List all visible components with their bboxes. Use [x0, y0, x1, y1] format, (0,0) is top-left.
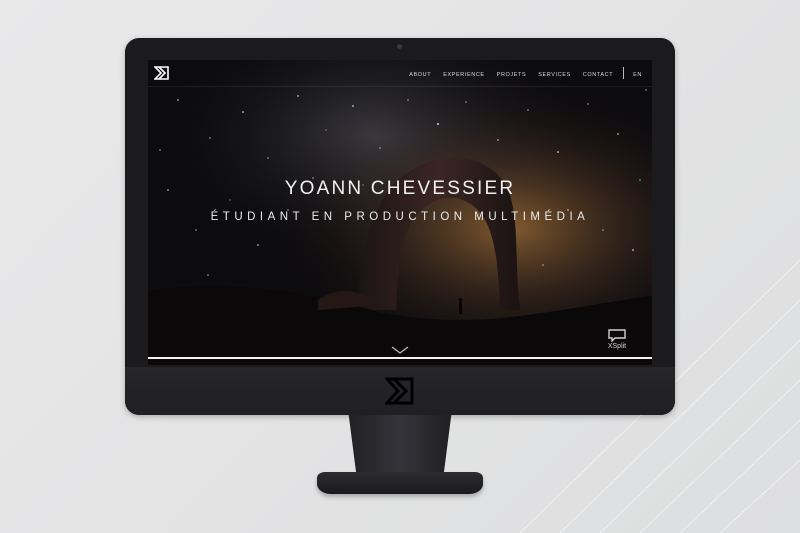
nav-links: ABOUT EXPERIENCE PROJETS SERVICES CONTAC… [397, 67, 642, 79]
nav-item-contact[interactable]: CONTACT [583, 72, 613, 78]
hero-subtitle: ÉTUDIANT EN PRODUCTION MULTIMÉDIA [210, 211, 590, 223]
chin-logo-icon [385, 377, 414, 405]
screen-bottom-line [148, 357, 652, 359]
logo-icon[interactable] [154, 65, 170, 81]
chevron-down-icon[interactable] [391, 346, 409, 354]
language-switch[interactable]: EN [633, 72, 642, 78]
imac-monitor: ABOUT EXPERIENCE PROJETS SERVICES CONTAC… [125, 38, 675, 415]
camera-icon [397, 44, 402, 49]
nav-divider [623, 67, 625, 79]
site-navbar: ABOUT EXPERIENCE PROJETS SERVICES CONTAC… [148, 60, 652, 87]
website-screen: ABOUT EXPERIENCE PROJETS SERVICES CONTAC… [148, 60, 652, 365]
nav-item-experience[interactable]: EXPERIENCE [443, 72, 484, 78]
nav-item-about[interactable]: ABOUT [409, 72, 431, 78]
xsplit-icon [608, 329, 626, 342]
hero-title: YOANN CHEVESSIER [284, 178, 516, 199]
xsplit-label: XSplit [607, 343, 627, 350]
monitor-stand-neck [348, 415, 452, 477]
xsplit-watermark: XSplit [602, 328, 632, 350]
nav-item-projets[interactable]: PROJETS [497, 72, 527, 78]
nav-item-services[interactable]: SERVICES [538, 72, 571, 78]
monitor-stand-base [317, 472, 483, 494]
